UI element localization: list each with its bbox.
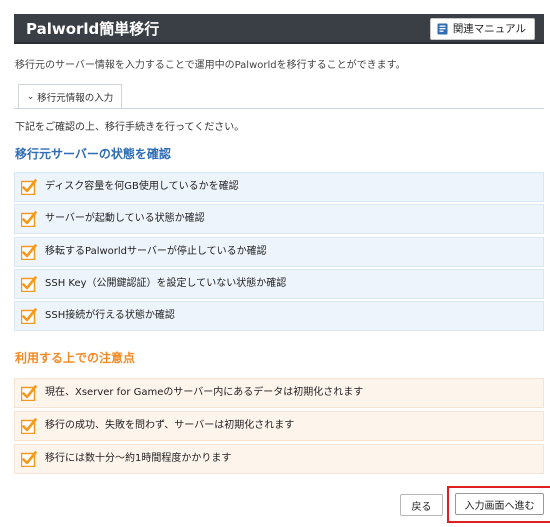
confirm-item-label: SSH接続が行える状態か確認 xyxy=(45,310,175,321)
checkbox-checked-icon[interactable] xyxy=(21,451,37,467)
checkbox-checked-icon[interactable] xyxy=(21,211,37,227)
confirm-item-label: 移転するPalworldサーバーが停止しているか確認 xyxy=(45,246,267,257)
tab-label: 移行元情報の入力 xyxy=(37,93,114,104)
notes-item[interactable]: 移行には数十分～約1時間程度かかります xyxy=(14,444,544,474)
checkbox-checked-icon[interactable] xyxy=(21,244,37,260)
notes-section-title: 利用する上での注意点 xyxy=(15,351,136,365)
chevron-down-icon: ⌄ xyxy=(26,92,35,102)
notes-item-label: 移行には数十分～約1時間程度かかります xyxy=(45,453,232,464)
related-manual-label: 関連マニュアル xyxy=(452,23,526,35)
tab-source-info[interactable]: ⌄ 移行元情報の入力 xyxy=(18,84,122,109)
confirm-item[interactable]: ディスク容量を何GB使用しているかを確認 xyxy=(14,172,544,202)
confirm-item[interactable]: 移転するPalworldサーバーが停止しているか確認 xyxy=(14,237,544,267)
checkbox-checked-icon[interactable] xyxy=(21,418,37,434)
book-icon xyxy=(437,23,448,35)
confirm-item-label: SSH Key（公開鍵認証）を設定していない状態か確認 xyxy=(45,278,287,289)
page-header: Palworld簡単移行 関連マニュアル xyxy=(14,14,544,44)
notes-item[interactable]: 移行の成功、失敗を問わず、サーバーは初期化されます xyxy=(14,411,544,441)
checkbox-checked-icon[interactable] xyxy=(21,385,37,401)
tab-divider xyxy=(14,108,544,109)
confirm-item-label: サーバーが起動している状態か確認 xyxy=(45,213,205,224)
checkbox-checked-icon[interactable] xyxy=(21,179,37,195)
page-title: Palworld簡単移行 xyxy=(26,20,160,38)
page-description: 移行元のサーバー情報を入力することで運用中のPalworldを移行することができ… xyxy=(15,60,406,71)
confirm-item[interactable]: SSH接続が行える状態か確認 xyxy=(14,301,544,331)
intro-text: 下記をご確認の上、移行手続きを行ってください。 xyxy=(15,122,245,133)
notes-item[interactable]: 現在、Xserver for Gameのサーバー内にあるデータは初期化されます xyxy=(14,378,544,408)
confirm-section-title: 移行元サーバーの状態を確認 xyxy=(15,147,171,161)
checkbox-checked-icon[interactable] xyxy=(21,308,37,324)
confirm-item[interactable]: サーバーが起動している状態か確認 xyxy=(14,204,544,234)
confirm-item[interactable]: SSH Key（公開鍵認証）を設定していない状態か確認 xyxy=(14,269,544,299)
checkbox-checked-icon[interactable] xyxy=(21,276,37,292)
confirm-item-label: ディスク容量を何GB使用しているかを確認 xyxy=(45,181,239,192)
notes-item-label: 現在、Xserver for Gameのサーバー内にあるデータは初期化されます xyxy=(45,387,364,398)
back-button[interactable]: 戻る xyxy=(400,494,443,516)
related-manual-button[interactable]: 関連マニュアル xyxy=(429,18,535,40)
proceed-to-input-button[interactable]: 入力画面へ進む xyxy=(455,493,544,515)
notes-item-label: 移行の成功、失敗を問わず、サーバーは初期化されます xyxy=(45,420,295,431)
